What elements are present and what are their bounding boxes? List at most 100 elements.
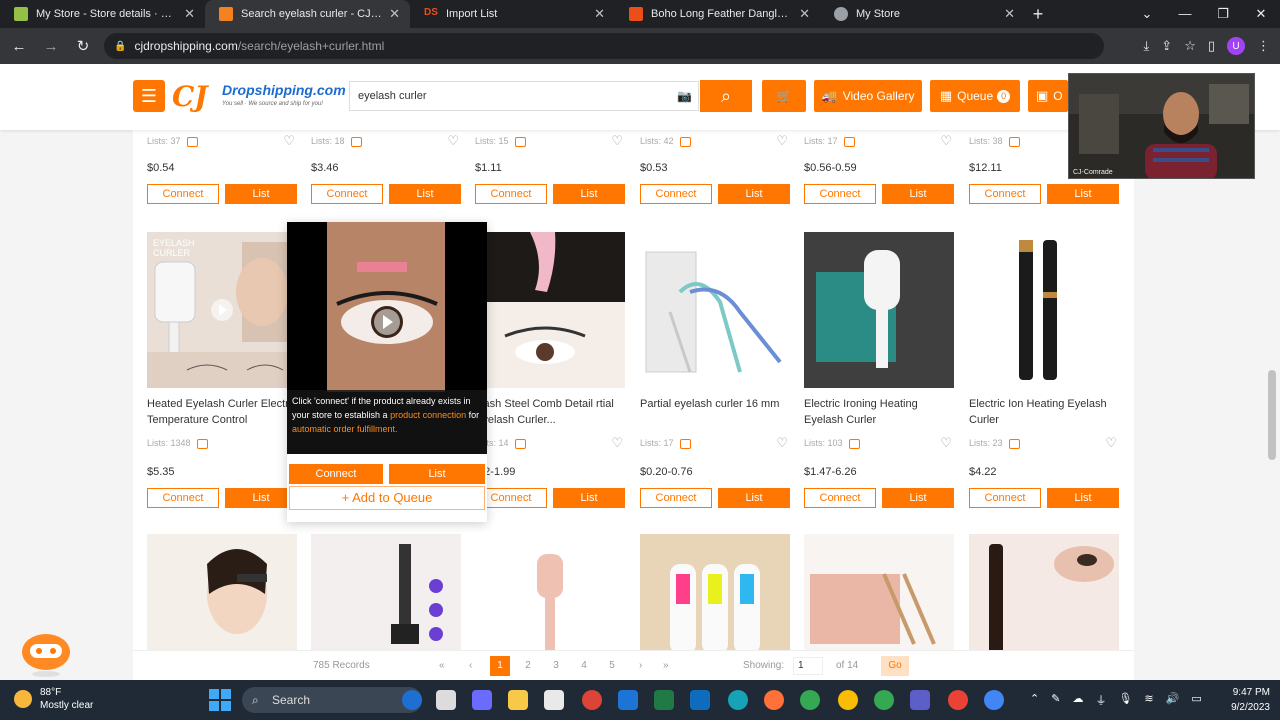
list-button[interactable]: List <box>389 464 485 484</box>
page-scrollbar[interactable] <box>1268 370 1276 460</box>
menu-icon[interactable]: ⋮ <box>1257 38 1270 54</box>
tab-shopify[interactable]: My Store - Store details · Shopify ✕ <box>0 0 205 28</box>
list-button[interactable]: List <box>389 184 461 204</box>
page-3[interactable]: 3 <box>546 656 566 676</box>
product-title[interactable]: elash Steel Comb Detail rtial Eyelash Cu… <box>475 396 625 428</box>
close-icon[interactable]: ✕ <box>184 6 195 22</box>
connect-button[interactable]: Connect <box>147 488 219 508</box>
product-video[interactable]: Click 'connect' if the product already e… <box>287 222 487 454</box>
search-input[interactable]: eyelash curler 📷 <box>349 81 699 111</box>
product-image[interactable] <box>969 534 1119 664</box>
go-button[interactable]: Go <box>881 656 909 676</box>
cj-logo[interactable]: CJ Dropshipping.com You sell · We source… <box>172 80 346 114</box>
chrome-icon[interactable] <box>582 690 602 710</box>
page-1[interactable]: 1 <box>490 656 510 676</box>
chat-icon[interactable] <box>472 690 492 710</box>
microphone-icon[interactable]: 🎙 <box>1118 692 1132 708</box>
heart-icon[interactable]: ♡ <box>776 435 788 451</box>
product-title[interactable]: Partial eyelash curler 16 mm <box>640 396 790 428</box>
product-image[interactable]: EYELASH CURLER <box>147 232 297 388</box>
product-image[interactable] <box>640 534 790 664</box>
heart-icon[interactable]: ♡ <box>1105 435 1117 451</box>
product-image[interactable] <box>475 232 625 388</box>
page-2[interactable]: 2 <box>518 656 538 676</box>
reload-icon[interactable]: ↻ <box>70 33 96 59</box>
chrome-profile-icon[interactable] <box>948 690 968 710</box>
sidebar-icon[interactable]: ▯ <box>1208 38 1215 54</box>
dropbox-icon[interactable] <box>618 690 638 710</box>
maximize-icon[interactable]: ❐ <box>1204 0 1242 28</box>
next-page-icon[interactable]: › <box>639 660 642 671</box>
orders-button[interactable]: ▣ O <box>1028 80 1068 112</box>
file-explorer-icon[interactable] <box>508 690 528 710</box>
close-icon[interactable]: ✕ <box>594 6 605 22</box>
list-button[interactable]: List <box>882 184 954 204</box>
page-5[interactable]: 5 <box>602 656 622 676</box>
product-image[interactable] <box>804 534 954 664</box>
share-icon[interactable]: ⇪ <box>1161 38 1172 54</box>
connect-button[interactable]: Connect <box>311 184 383 204</box>
list-button[interactable]: List <box>882 488 954 508</box>
list-button[interactable]: List <box>1047 184 1119 204</box>
product-title[interactable]: Electric Ironing Heating Eyelash Curler <box>804 396 954 428</box>
edge-icon[interactable] <box>728 690 748 710</box>
chrome-profile-icon[interactable] <box>838 690 858 710</box>
minimize-icon[interactable]: — <box>1166 0 1204 28</box>
download-icon[interactable]: ⤓ <box>1144 38 1150 54</box>
tab-cj-search[interactable]: Search eyelash curler - CJdropshi ✕ <box>205 0 410 28</box>
product-hover-card[interactable]: Click 'connect' if the product already e… <box>287 222 487 522</box>
tab-my-store[interactable]: My Store ✕ <box>820 0 1025 28</box>
camera-icon[interactable]: 📷 <box>677 82 692 110</box>
store-app-icon[interactable] <box>544 690 564 710</box>
list-button[interactable]: List <box>718 184 790 204</box>
firefox-icon[interactable] <box>764 690 784 710</box>
close-window-icon[interactable]: ✕ <box>1242 0 1280 28</box>
star-icon[interactable]: ☆ <box>1184 38 1196 54</box>
product-title[interactable]: Heated Eyelash Curler Electric Temperatu… <box>147 396 297 428</box>
usb-icon[interactable]: ⏚ <box>1095 692 1106 708</box>
tab-boho[interactable]: Boho Long Feather Dangle Wom ✕ <box>615 0 820 28</box>
connect-button[interactable]: Connect <box>640 184 712 204</box>
heart-icon[interactable]: ♡ <box>776 133 788 149</box>
chrome-profile-icon[interactable] <box>984 690 1004 710</box>
profile-avatar[interactable]: U <box>1227 37 1245 55</box>
connect-button[interactable]: Connect <box>969 184 1041 204</box>
add-to-queue-button[interactable]: + Add to Queue <box>289 486 485 510</box>
connect-button[interactable]: Connect <box>804 184 876 204</box>
page-4[interactable]: 4 <box>574 656 594 676</box>
product-title[interactable]: Electric Ion Heating Eyelash Curler <box>969 396 1119 428</box>
teams-icon[interactable] <box>910 690 930 710</box>
close-icon[interactable]: ✕ <box>1004 6 1015 22</box>
product-image[interactable] <box>640 232 790 388</box>
connect-button[interactable]: Connect <box>289 464 383 484</box>
list-button[interactable]: List <box>1047 488 1119 508</box>
product-image[interactable] <box>804 232 954 388</box>
wifi-icon[interactable]: ≋ <box>1144 692 1153 708</box>
list-button[interactable]: List <box>553 184 625 204</box>
weather-widget[interactable]: 88°F Mostly clear <box>14 686 93 712</box>
back-icon[interactable]: ← <box>6 33 32 59</box>
search-button[interactable]: ⌕ <box>700 80 752 112</box>
heart-icon[interactable]: ♡ <box>611 435 623 451</box>
heart-icon[interactable]: ♡ <box>611 133 623 149</box>
list-button[interactable]: List <box>718 488 790 508</box>
battery-icon[interactable]: ▭ <box>1191 692 1201 708</box>
heart-icon[interactable]: ♡ <box>940 133 952 149</box>
tab-search-icon[interactable]: ⌄ <box>1128 0 1166 28</box>
product-image[interactable] <box>475 534 625 664</box>
list-button[interactable]: List <box>225 184 297 204</box>
close-icon[interactable]: ✕ <box>799 6 810 22</box>
new-tab-button[interactable]: + <box>1025 0 1051 28</box>
heart-icon[interactable]: ♡ <box>447 133 459 149</box>
pen-icon[interactable]: ✎ <box>1051 692 1060 708</box>
chrome-profile-icon[interactable] <box>800 690 820 710</box>
last-page-icon[interactable]: » <box>663 660 669 671</box>
close-icon[interactable]: ✕ <box>389 6 400 22</box>
excel-icon[interactable] <box>654 690 674 710</box>
connect-button[interactable]: Connect <box>475 184 547 204</box>
heart-icon[interactable]: ♡ <box>283 133 295 149</box>
windows-start-icon[interactable] <box>209 689 231 711</box>
volume-icon[interactable]: 🔊 <box>1166 692 1180 708</box>
connect-button[interactable]: Connect <box>804 488 876 508</box>
first-page-icon[interactable]: « <box>439 660 445 671</box>
